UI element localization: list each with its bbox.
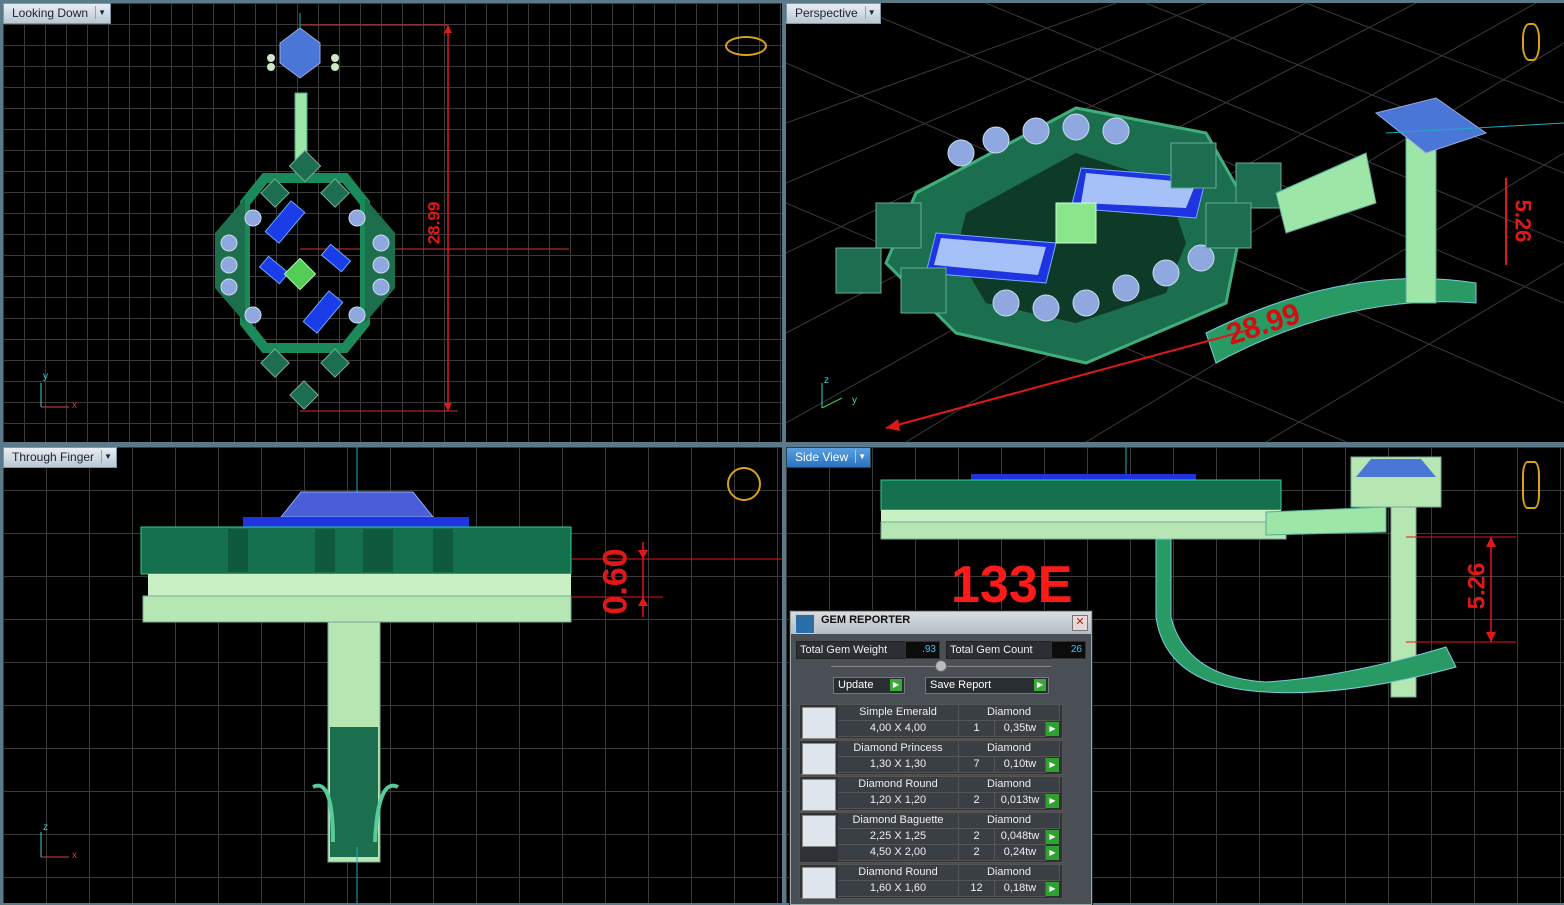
viewport-label-perspective[interactable]: Perspective ▼ bbox=[786, 3, 881, 24]
select-gem-button[interactable]: ▶ bbox=[1046, 794, 1059, 808]
gem-tw: 0,10tw bbox=[995, 757, 1046, 773]
ring-orientation-icon[interactable] bbox=[1522, 461, 1540, 509]
gem-row-diamond-baguette[interactable]: Diamond Baguette Diamond 2,25 X 1,25 2 0… bbox=[799, 812, 1063, 863]
ring-orientation-icon[interactable] bbox=[727, 467, 761, 501]
chevron-down-icon[interactable]: ▼ bbox=[855, 450, 868, 463]
play-icon: ▶ bbox=[890, 679, 902, 691]
princess-cut-gem-icon bbox=[802, 743, 836, 775]
gem-reporter-panel[interactable]: GEM REPORTER ✕ Total Gem Weight .93 Tota… bbox=[790, 611, 1092, 905]
gem-material: Diamond bbox=[959, 777, 1060, 793]
total-gem-weight-value: .93 bbox=[905, 641, 940, 659]
gem-tw: 0,013tw bbox=[995, 793, 1046, 809]
gem-size: 1,20 X 1,20 bbox=[838, 793, 959, 809]
viewport-title: Side View bbox=[795, 450, 849, 464]
ring-orientation-icon[interactable] bbox=[1522, 23, 1540, 61]
gem-qty: 2 bbox=[959, 793, 995, 809]
gem-tw: 0,24tw bbox=[995, 845, 1046, 861]
ring-top-view bbox=[40, 13, 569, 412]
gem-tw: 0,35tw bbox=[995, 721, 1046, 737]
gem-row-diamond-round-large[interactable]: Diamond Round Diamond 1,60 X 1,60 12 0,1… bbox=[799, 864, 1063, 899]
axis-y-label: y bbox=[43, 371, 48, 382]
viewport-through-finger[interactable]: 0.60 z x Through Finger ▼ bbox=[3, 447, 782, 903]
total-gem-weight-label: Total Gem Weight bbox=[796, 641, 909, 659]
chevron-down-icon[interactable]: ▼ bbox=[864, 6, 878, 19]
select-gem-button[interactable]: ▶ bbox=[1046, 882, 1059, 896]
gem-size: 4,00 X 4,00 bbox=[838, 721, 959, 737]
select-gem-button[interactable]: ▶ bbox=[1046, 846, 1059, 860]
chevron-down-icon[interactable]: ▼ bbox=[95, 6, 108, 19]
update-label: Update bbox=[838, 679, 874, 691]
axis-z-label: z bbox=[824, 375, 829, 386]
gem-row-diamond-princess[interactable]: Diamond Princess Diamond 1,30 X 1,30 7 0… bbox=[799, 740, 1063, 775]
dimension-label: 5.26 bbox=[1463, 562, 1491, 610]
viewport-label-through-finger[interactable]: Through Finger ▼ bbox=[3, 447, 118, 468]
emerald-cut-gem-icon bbox=[802, 707, 836, 739]
chevron-down-icon[interactable]: ▼ bbox=[101, 450, 114, 463]
ring-orientation-icon[interactable] bbox=[725, 36, 767, 56]
gem-size: 1,60 X 1,60 bbox=[838, 881, 959, 897]
axis-x-label: x bbox=[72, 850, 77, 861]
gem-size: 2,25 X 1,25 bbox=[838, 829, 959, 845]
dimension-label: 28.99 bbox=[424, 201, 444, 245]
gem-tw: 0,18tw bbox=[995, 881, 1046, 897]
gem-material: Diamond bbox=[959, 865, 1060, 881]
total-gem-count-label: Total Gem Count bbox=[946, 641, 1053, 659]
gem-name: Diamond Baguette bbox=[838, 813, 959, 829]
axis-x-label: x bbox=[72, 400, 77, 411]
gem-material: Diamond bbox=[959, 813, 1060, 829]
save-report-label: Save Report bbox=[930, 679, 992, 691]
gem-reporter-icon bbox=[795, 614, 815, 634]
play-icon: ▶ bbox=[1034, 679, 1046, 691]
viewport-title: Looking Down bbox=[12, 6, 89, 20]
gem-reporter-titlebar[interactable]: GEM REPORTER ✕ bbox=[791, 612, 1091, 634]
viewport-title: Perspective bbox=[795, 6, 858, 20]
update-button[interactable]: Update ▶ bbox=[833, 677, 905, 694]
axis-y-label: y bbox=[852, 395, 857, 406]
viewport-title: Through Finger bbox=[12, 450, 95, 464]
axis-z-label: z bbox=[43, 822, 48, 833]
viewport-label-looking-down[interactable]: Looking Down ▼ bbox=[3, 3, 112, 24]
select-gem-button[interactable]: ▶ bbox=[1046, 758, 1059, 772]
round-cut-gem-icon bbox=[802, 867, 836, 899]
gem-material: Diamond bbox=[959, 741, 1060, 757]
gem-tw: 0,048tw bbox=[995, 829, 1046, 845]
select-gem-button[interactable]: ▶ bbox=[1046, 722, 1059, 736]
total-gem-count-value: 26 bbox=[1051, 641, 1086, 659]
gem-size: 1,30 X 1,30 bbox=[838, 757, 959, 773]
viewport-label-side-view[interactable]: Side View ▼ bbox=[786, 447, 872, 468]
select-gem-button[interactable]: ▶ bbox=[1046, 830, 1059, 844]
round-cut-gem-icon bbox=[802, 779, 836, 811]
dimension-label: 0.60 bbox=[596, 548, 635, 615]
gem-name: Diamond Princess bbox=[838, 741, 959, 757]
gem-name: Diamond Round bbox=[838, 865, 959, 881]
ring-front-view bbox=[40, 447, 782, 903]
gem-qty: 12 bbox=[959, 881, 995, 897]
gem-qty: 7 bbox=[959, 757, 995, 773]
gem-qty: 2 bbox=[959, 845, 995, 861]
gem-name: Diamond Round bbox=[838, 777, 959, 793]
collapse-handle[interactable] bbox=[935, 660, 947, 672]
viewport-perspective[interactable]: 28.99 5.26 z y Perspective ▼ bbox=[786, 3, 1564, 442]
gem-material: Diamond bbox=[959, 705, 1060, 721]
gem-size: 4,50 X 2,00 bbox=[838, 845, 959, 861]
viewport-looking-down[interactable]: 28.99 x y Looking Down ▼ bbox=[3, 3, 782, 442]
dimension-label-height: 5.26 bbox=[1510, 199, 1536, 243]
gem-qty: 2 bbox=[959, 829, 995, 845]
close-button[interactable]: ✕ bbox=[1072, 615, 1088, 631]
gem-name: Simple Emerald bbox=[838, 705, 959, 721]
gem-row-simple-emerald[interactable]: Simple Emerald Diamond 4,00 X 4,00 1 0,3… bbox=[799, 704, 1063, 739]
gem-row-diamond-round[interactable]: Diamond Round Diamond 1,20 X 1,20 2 0,01… bbox=[799, 776, 1063, 811]
perspective-grid bbox=[786, 3, 1564, 442]
model-code-label: 133E bbox=[951, 556, 1073, 614]
gem-qty: 1 bbox=[959, 721, 995, 737]
baguette-cut-gem-icon bbox=[802, 815, 836, 847]
save-report-button[interactable]: Save Report ▶ bbox=[925, 677, 1049, 694]
gem-reporter-title: GEM REPORTER bbox=[821, 614, 911, 626]
